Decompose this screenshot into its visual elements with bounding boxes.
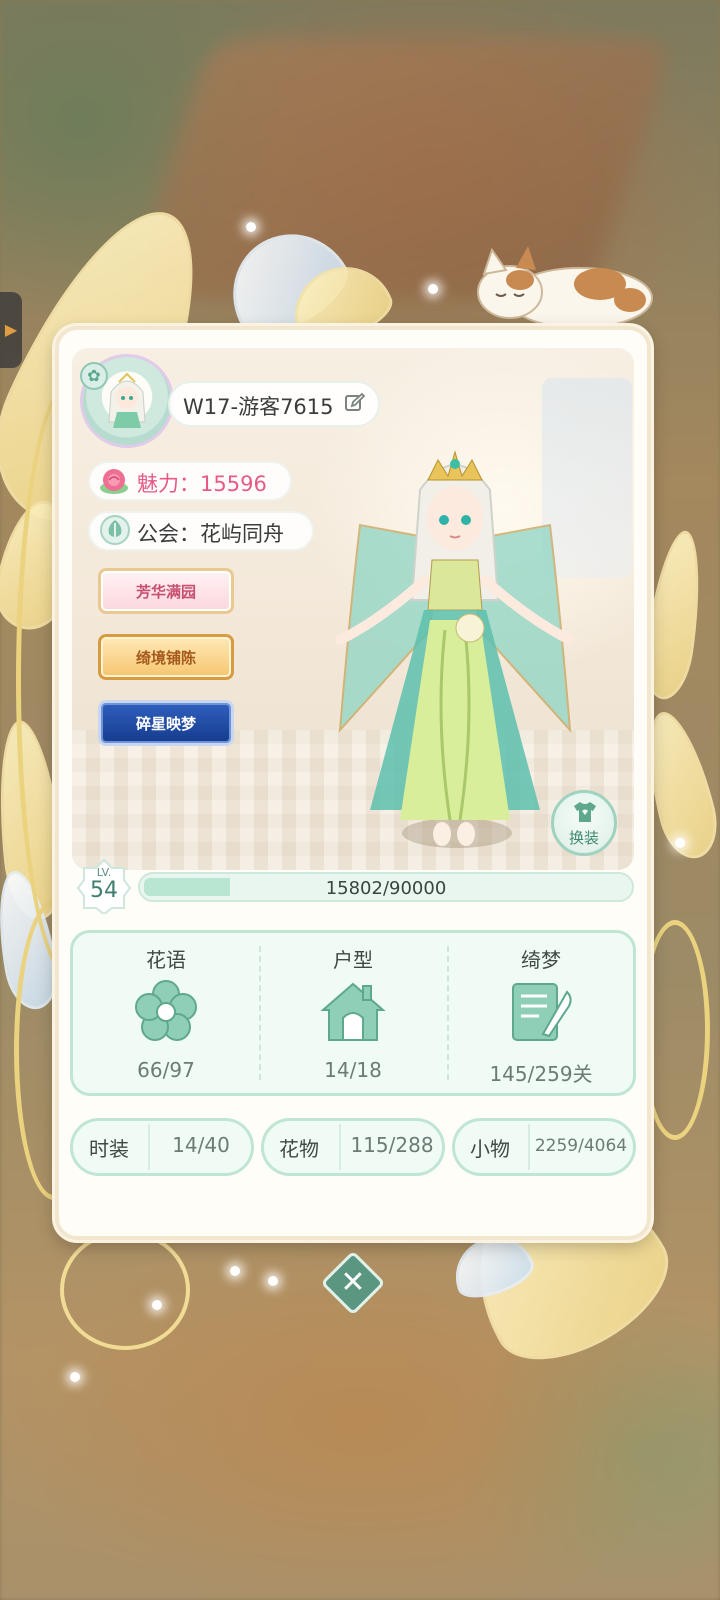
- collection-title: 绮梦: [521, 948, 561, 972]
- mini-stat-label: 小物: [470, 1137, 510, 1161]
- sparkle: [152, 1300, 162, 1310]
- collection-value: 14/18: [324, 1058, 382, 1082]
- sparkle: [428, 284, 438, 294]
- collection-dream[interactable]: 绮梦 145/259关: [447, 930, 635, 1096]
- charm-value: 魅力：15596: [137, 472, 267, 496]
- collection-value: 145/259关: [489, 1062, 593, 1086]
- sparkle: [268, 1276, 278, 1286]
- rose-icon: [100, 469, 128, 494]
- avatar-portrait-icon: [108, 372, 146, 428]
- mini-stat-value: 115/288: [350, 1133, 434, 1157]
- outfit-shirt-icon: [574, 802, 596, 822]
- title-badge[interactable]: 绮境铺陈: [98, 634, 234, 680]
- change-outfit-button[interactable]: 换装: [551, 790, 617, 856]
- collection-title: 花语: [146, 948, 186, 972]
- sparkle: [675, 838, 685, 848]
- collection-title: 户型: [333, 948, 373, 972]
- sleeping-cat-decoration: [477, 246, 653, 329]
- mini-stat-value: 2259/4064: [534, 1136, 628, 1156]
- house-icon: [320, 982, 386, 1041]
- guild-emblem-icon: [100, 515, 130, 545]
- mini-stat-value: 14/40: [172, 1133, 230, 1157]
- avatar-frame-badge-icon: ✿: [80, 362, 108, 390]
- edit-name-icon[interactable]: [344, 392, 366, 414]
- decor-ring: [60, 1230, 190, 1350]
- collection-value: 66/97: [137, 1058, 195, 1082]
- mini-stat-label: 时装: [89, 1137, 129, 1161]
- level-value: 54: [90, 878, 118, 903]
- flower-icon: [135, 980, 197, 1041]
- guild-name: 公会：花屿同舟: [137, 522, 284, 546]
- collection-flower-language[interactable]: 花语 66/97: [72, 930, 260, 1096]
- player-name: W17-游客7615: [183, 395, 334, 419]
- sparkle: [246, 222, 256, 232]
- mini-stat-separator: [339, 1124, 341, 1170]
- mini-stat-label: 花物: [279, 1137, 319, 1161]
- collection-house-type[interactable]: 户型 14/18: [259, 930, 447, 1096]
- sparkle: [70, 1372, 80, 1382]
- change-outfit-label: 换装: [568, 829, 599, 847]
- xp-progress-bar: 15802/90000: [138, 872, 634, 902]
- side-drawer-tab[interactable]: ▶: [0, 292, 22, 368]
- title-badge[interactable]: 碎星映梦: [98, 700, 234, 746]
- xp-text: 15802/90000: [325, 878, 447, 899]
- close-icon[interactable]: ✕: [337, 1266, 369, 1300]
- sparkle: [230, 1266, 240, 1276]
- title-badge[interactable]: 芳华满园: [98, 568, 234, 614]
- dream-scroll-icon: [512, 983, 572, 1041]
- mini-stat-separator: [148, 1124, 150, 1170]
- character-model: [335, 450, 575, 846]
